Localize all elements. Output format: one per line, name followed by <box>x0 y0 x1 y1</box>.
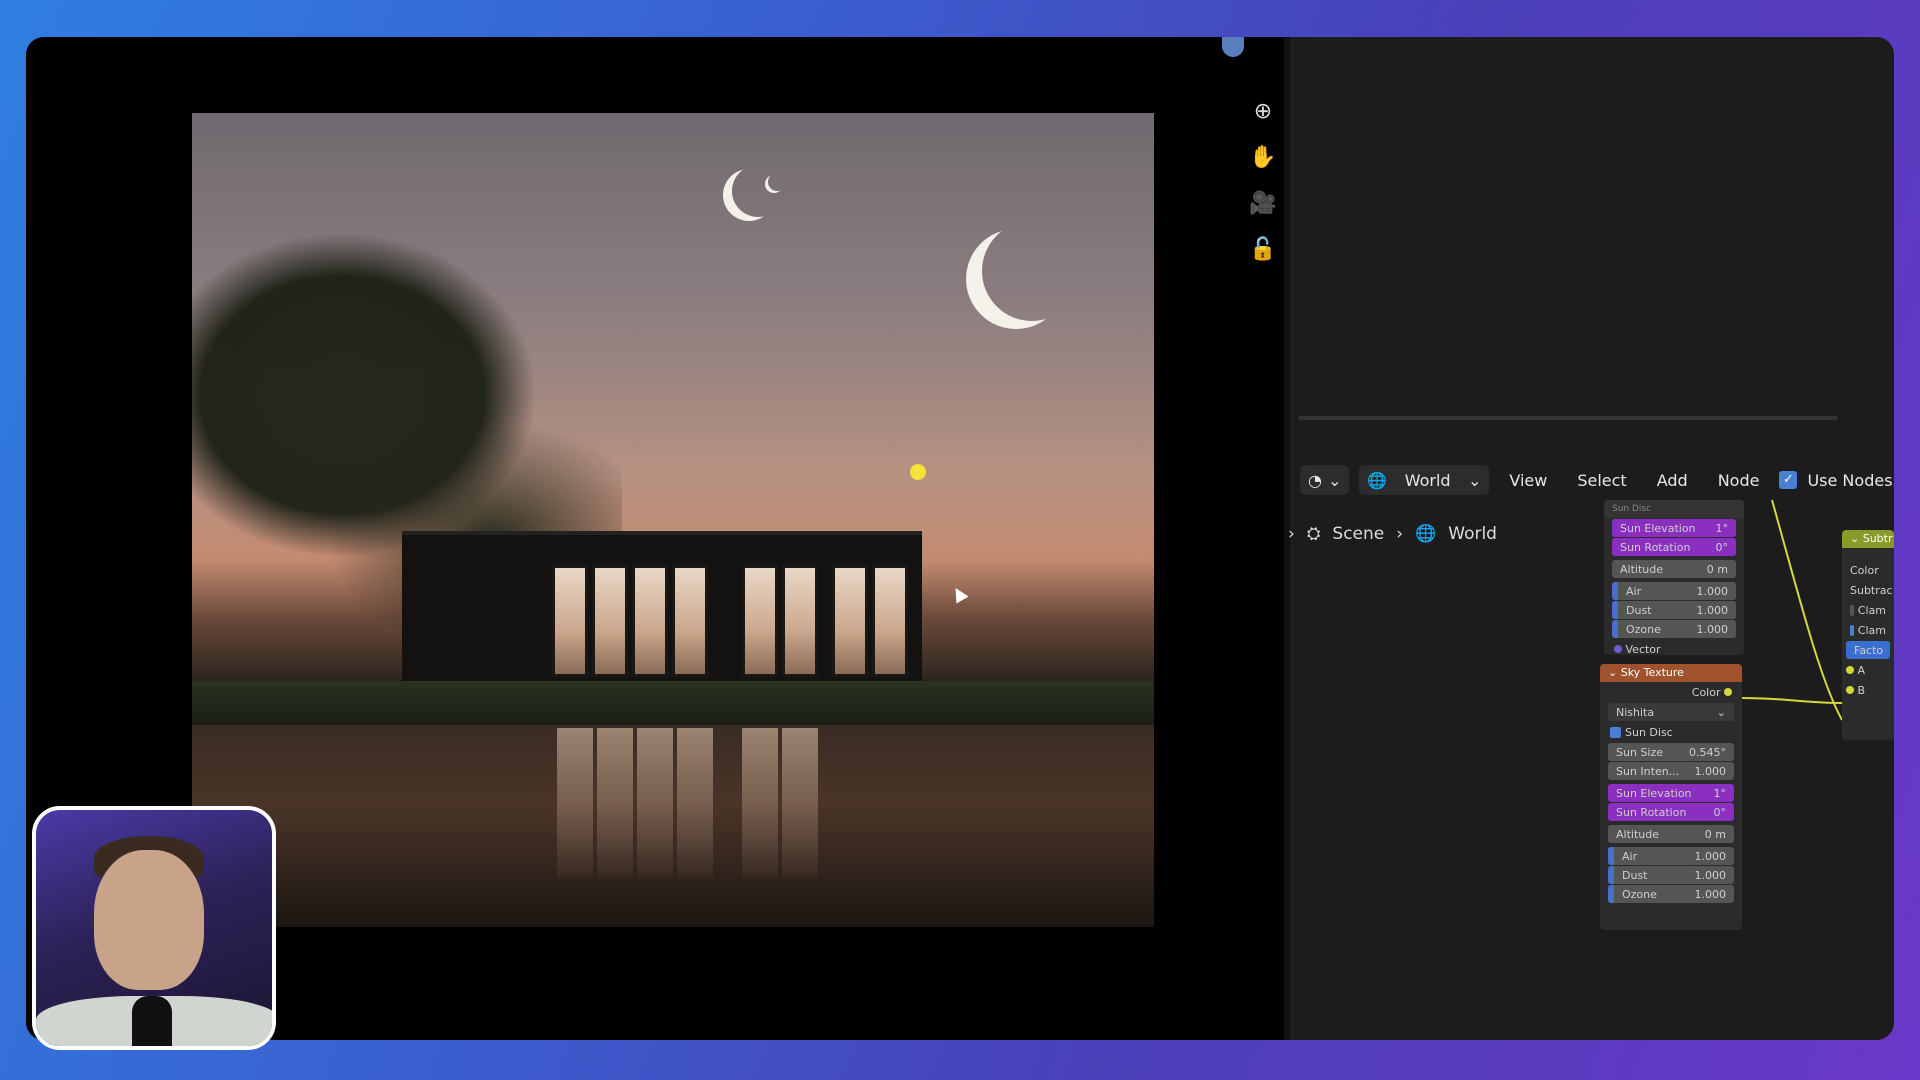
socket-a[interactable]: A <box>1842 660 1894 680</box>
node-row[interactable]: Sun Rotation 0° <box>1612 538 1736 556</box>
color-output-row[interactable]: Color <box>1600 682 1742 702</box>
node-row[interactable]: Subtrac <box>1842 580 1894 600</box>
node-row[interactable]: Sun Size 0.545° <box>1608 743 1734 761</box>
vector-socket-row[interactable]: Vector <box>1604 639 1744 659</box>
node-row[interactable]: Altitude 0 m <box>1608 825 1734 843</box>
sky-texture-node-upper[interactable]: Sun Disc Sun Elevation 1° Sun Rotation 0° … <box>1604 500 1744 656</box>
node-row[interactable]: Air 1.000 <box>1612 582 1736 600</box>
node-row[interactable]: Altitude 0 m <box>1612 560 1736 578</box>
node-row[interactable]: Sun Rotation 0° <box>1608 803 1734 821</box>
node-row[interactable]: Sun Inten... 1.000 <box>1608 762 1734 780</box>
node-row[interactable]: Sun Elevation 1° <box>1612 519 1736 537</box>
sky-type-dropdown[interactable]: Nishita ⌄ <box>1608 703 1734 721</box>
node-row[interactable]: Sun Elevation 1° <box>1608 784 1734 802</box>
microphone <box>132 996 172 1046</box>
node-row[interactable]: Clam <box>1842 620 1894 640</box>
sky-texture-node[interactable]: ⌄ Sky Texture Color Nishita ⌄ Sun Disc Su… <box>1600 664 1742 930</box>
sun-disc-row[interactable]: Sun Disc <box>1600 722 1742 742</box>
subtract-node[interactable]: ⌄ Subtr Color Subtrac Clam Clam Facto A … <box>1842 530 1894 740</box>
node-row[interactable]: Clam <box>1842 600 1894 620</box>
node-title: Sun Disc <box>1604 500 1744 518</box>
socket-b[interactable]: B <box>1842 680 1894 700</box>
node-row[interactable]: Air 1.000 <box>1608 847 1734 865</box>
sky-texture-header[interactable]: ⌄ Sky Texture <box>1600 664 1742 682</box>
node-row[interactable]: Facto <box>1846 641 1890 659</box>
node-row[interactable]: Dust 1.000 <box>1612 601 1736 619</box>
subtract-header[interactable]: ⌄ Subtr <box>1842 530 1894 548</box>
node-row[interactable]: Dust 1.000 <box>1608 866 1734 884</box>
presenter-face <box>94 850 204 990</box>
webcam-overlay <box>32 806 276 1050</box>
node-row[interactable]: Ozone 1.000 <box>1608 885 1734 903</box>
node-row[interactable]: Ozone 1.000 <box>1612 620 1736 638</box>
node-row[interactable]: Color <box>1842 560 1894 580</box>
